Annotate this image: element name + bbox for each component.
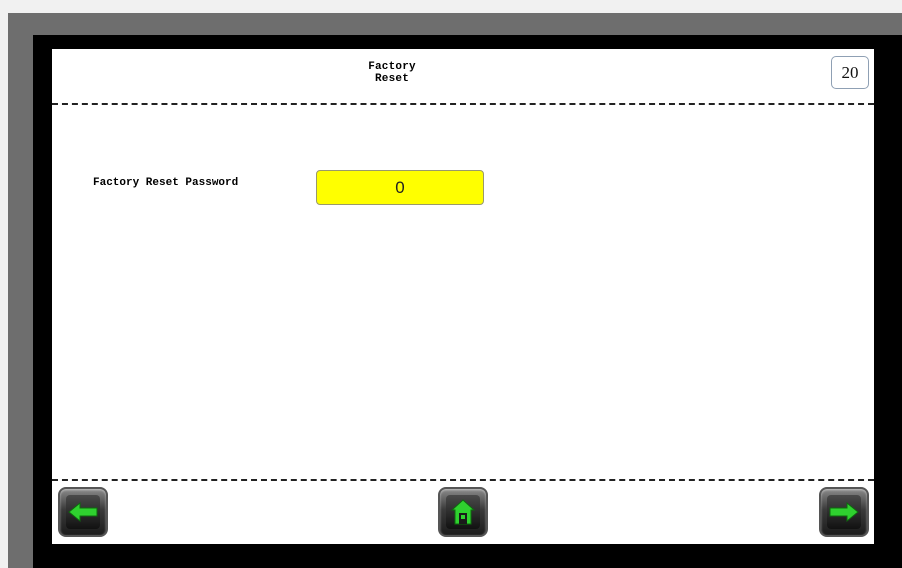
factory-reset-password-input[interactable]: 0 — [316, 170, 484, 205]
header-divider — [52, 103, 874, 105]
page-number-badge: 20 — [831, 56, 869, 89]
hmi-screen: Factory Reset 20 Factory Reset Password … — [52, 49, 874, 544]
next-button-face — [827, 495, 861, 529]
next-button[interactable] — [819, 487, 869, 537]
back-button-face — [66, 495, 100, 529]
right-arrow-icon — [829, 501, 859, 523]
footer-divider — [52, 479, 874, 481]
home-button-face — [446, 495, 480, 529]
factory-reset-password-label: Factory Reset Password — [93, 177, 239, 189]
page-title: Factory Reset — [368, 61, 416, 85]
left-arrow-icon — [68, 501, 98, 523]
back-button[interactable] — [58, 487, 108, 537]
home-button[interactable] — [438, 487, 488, 537]
home-icon — [451, 499, 475, 525]
